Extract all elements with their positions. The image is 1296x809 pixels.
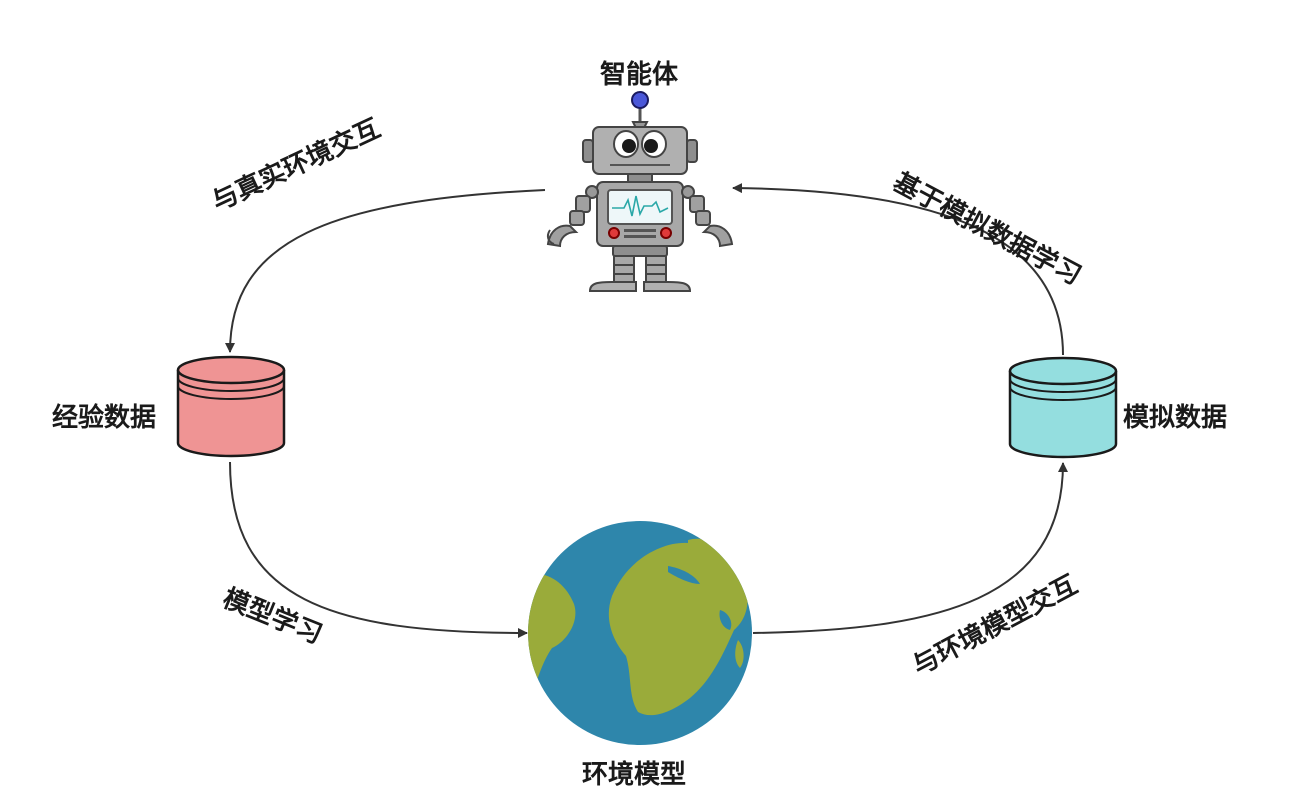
simulated-database-icon xyxy=(1008,356,1118,459)
agent-label: 智能体 xyxy=(600,60,679,90)
environment-model-label: 环境模型 xyxy=(582,760,687,790)
edge-real-env-interaction xyxy=(225,189,546,353)
earth-globe-icon xyxy=(528,521,752,745)
robot-agent-icon xyxy=(546,91,734,292)
experience-data-label: 经验数据 xyxy=(52,403,157,433)
edge-sim-data-learning xyxy=(732,183,1064,356)
simulated-data-label: 模拟数据 xyxy=(1123,403,1228,433)
diagram-svg xyxy=(176,91,1118,745)
diagram-canvas: 智能体 经验数据 模拟数据 环境模型 与真实环境交互 基于模拟数据学习 模型学习… xyxy=(0,0,1296,809)
experience-database-icon xyxy=(176,355,286,458)
